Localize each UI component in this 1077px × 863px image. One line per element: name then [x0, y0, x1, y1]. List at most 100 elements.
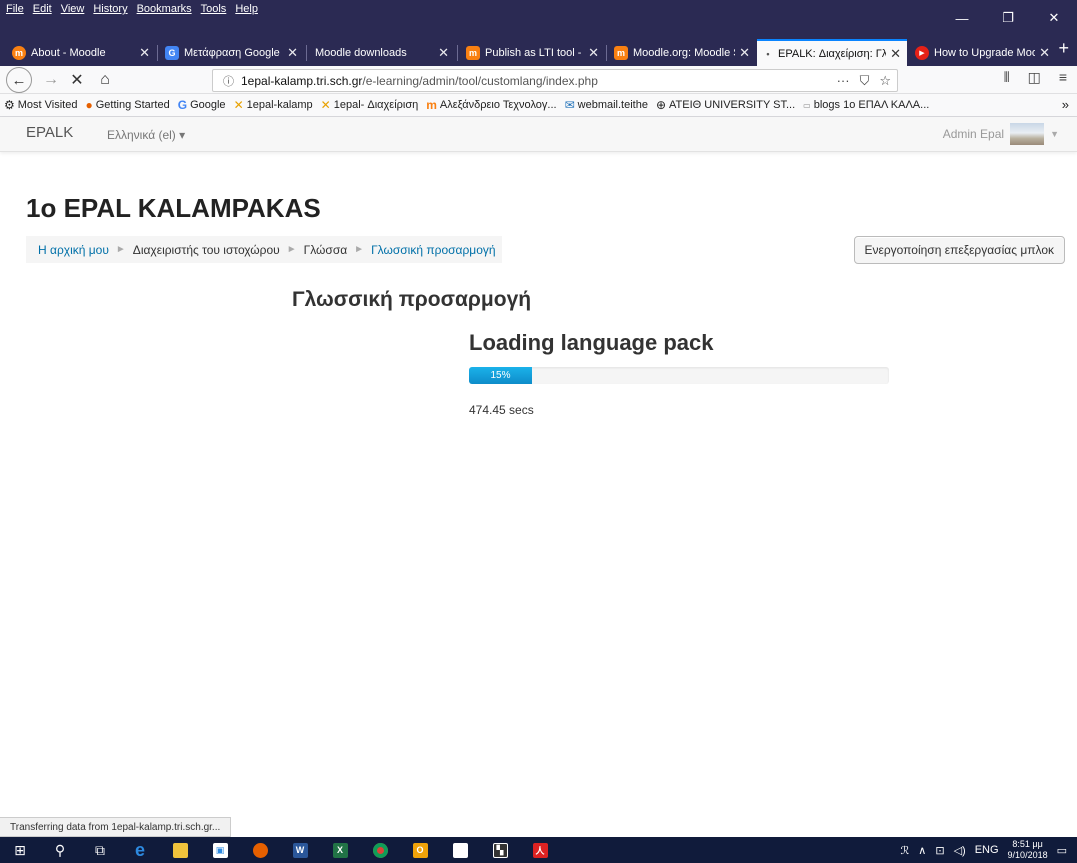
bookmark-1epal-admin[interactable]: ✕ 1epal- Διαχείριση	[321, 98, 419, 112]
clock-date: 9/10/2018	[1007, 850, 1048, 860]
sidebar-icon[interactable]: ◫	[1028, 69, 1041, 86]
moodle-navbar: EPALK Ελληνικά (el) ▾ Admin Epal ▼	[0, 117, 1077, 152]
pocket-icon[interactable]: ⛉	[860, 73, 870, 89]
chevron-down-icon: ▼	[1050, 129, 1059, 139]
progress-label: 15%	[490, 370, 511, 381]
site-info-icon[interactable]: ⓘ	[223, 73, 234, 89]
chrome-icon[interactable]	[360, 837, 400, 863]
firefox-icon[interactable]	[240, 837, 280, 863]
store-icon[interactable]: ▣	[200, 837, 240, 863]
close-tab-icon[interactable]: ✕	[588, 45, 599, 61]
app-icon[interactable]: ▚	[480, 837, 520, 863]
clock[interactable]: 8:51 μμ 9/10/2018	[1008, 839, 1048, 861]
moodle-icon: m	[466, 45, 480, 60]
bookmark-alexandreio[interactable]: m Αλεξάνδρειο Τεχνολογ...	[426, 98, 556, 112]
acrobat-icon[interactable]: 人	[520, 837, 560, 863]
hamburger-menu-icon[interactable]: ≡	[1059, 69, 1067, 86]
people-icon[interactable]: ℛ	[901, 844, 910, 857]
site-brand[interactable]: EPALK	[26, 124, 73, 141]
bookmark-1epal-kalamp[interactable]: ✕ 1epal-kalamp	[234, 98, 313, 112]
forward-arrow-icon[interactable]: →	[41, 69, 61, 91]
close-tab-icon[interactable]: ✕	[739, 45, 750, 61]
volume-icon[interactable]: ◁)	[954, 844, 966, 857]
outlook-icon[interactable]: O	[400, 837, 440, 863]
library-icon[interactable]: ⫴	[1004, 69, 1010, 86]
back-arrow-icon[interactable]: ←	[6, 67, 32, 93]
menu-history[interactable]: History	[93, 3, 127, 15]
tab-google-translate[interactable]: G Μετάφραση Google ✕	[159, 39, 304, 66]
joomla-icon: ✕	[320, 98, 331, 112]
moodle-icon: m	[426, 98, 437, 112]
tab-moodle-downloads[interactable]: Moodle downloads ✕	[309, 39, 455, 66]
tab-strip: m About - Moodle ✕ G Μετάφραση Google ✕ …	[0, 36, 1077, 66]
progress-fill: 15%	[469, 367, 532, 384]
edge-icon[interactable]: e	[120, 837, 160, 863]
minimize-icon[interactable]: —	[939, 0, 985, 36]
page-actions-icon[interactable]: ···	[837, 73, 850, 89]
breadcrumb-language[interactable]: Γλώσσα	[304, 243, 348, 257]
document-icon[interactable]	[440, 837, 480, 863]
tab-separator	[306, 45, 307, 61]
close-tab-icon[interactable]: ✕	[1039, 45, 1050, 61]
network-icon[interactable]: ⊡	[935, 844, 944, 857]
close-icon[interactable]: ✕	[1031, 0, 1077, 36]
menu-edit[interactable]: Edit	[33, 3, 52, 15]
tab-about-moodle[interactable]: m About - Moodle ✕	[6, 39, 156, 66]
tab-separator	[606, 45, 607, 61]
menu-view[interactable]: View	[61, 3, 85, 15]
breadcrumb-site-admin[interactable]: Διαχειριστής του ιστοχώρου	[133, 243, 280, 257]
breadcrumb-language-customisation[interactable]: Γλωσσική προσαρμογή	[371, 243, 496, 257]
avatar	[1010, 123, 1045, 145]
tab-moodle-org[interactable]: m Moodle.org: Moodle S ✕	[608, 39, 756, 66]
close-tab-icon[interactable]: ✕	[438, 45, 449, 61]
close-tab-icon[interactable]: ✕	[287, 45, 298, 61]
url-bar[interactable]: ⓘ 1epal-kalamp.tri.sch.gr /e-learning/ad…	[212, 69, 898, 92]
word-icon[interactable]: W	[280, 837, 320, 863]
page-heading: Γλωσσική προσαρμογή	[292, 288, 532, 311]
menu-bookmarks[interactable]: Bookmarks	[137, 3, 192, 15]
menu-help[interactable]: Help	[235, 3, 258, 15]
bookmark-webmail[interactable]: ✉ webmail.teithe	[565, 98, 648, 112]
home-icon[interactable]: ⌂	[94, 69, 116, 91]
restore-icon[interactable]: ❐	[985, 0, 1031, 36]
new-tab-button[interactable]: +	[1058, 38, 1069, 59]
search-icon[interactable]: ⚲	[40, 837, 80, 863]
google-translate-icon: G	[165, 45, 179, 60]
menu-tools[interactable]: Tools	[201, 3, 227, 15]
bookmark-google[interactable]: G Google	[178, 98, 226, 112]
menu-items: File Edit View History Bookmarks Tools H…	[6, 3, 258, 15]
bookmark-star-icon[interactable]: ☆	[879, 73, 891, 89]
excel-icon[interactable]: X	[320, 837, 360, 863]
breadcrumb-separator-icon: ►	[115, 244, 126, 255]
file-explorer-icon[interactable]	[160, 837, 200, 863]
turn-editing-on-button[interactable]: Ενεργοποίηση επεξεργασίας μπλοκ	[853, 236, 1065, 264]
tab-youtube-upgrade[interactable]: ▶ How to Upgrade Moo ✕	[909, 39, 1056, 66]
notifications-icon[interactable]: ▭	[1057, 844, 1067, 857]
task-view-icon[interactable]: ⧉	[80, 837, 120, 863]
status-bar: Transferring data from 1epal-kalamp.tri.…	[0, 817, 232, 837]
windows-start-icon[interactable]: ⊞	[0, 837, 40, 863]
close-tab-icon[interactable]: ✕	[139, 45, 150, 61]
bookmark-getting-started[interactable]: ● Getting Started	[85, 98, 169, 112]
tab-epalk-admin[interactable]: • EPALK: Διαχείριση: Γλω ✕	[757, 39, 907, 66]
more-bookmarks-icon[interactable]: »	[1062, 97, 1069, 112]
tab-publish-lti[interactable]: m Publish as LTI tool - M ✕	[460, 39, 605, 66]
user-menu[interactable]: Admin Epal ▼	[943, 123, 1059, 145]
elapsed-time: 474.45 secs	[469, 403, 534, 417]
breadcrumb-home[interactable]: Η αρχική μου	[38, 243, 109, 257]
bookmark-blogs[interactable]: ▭ blogs 1ο ΕΠΑΛ ΚΑΛΑ...	[803, 99, 929, 111]
close-tab-icon[interactable]: ✕	[890, 46, 901, 62]
gear-icon: ⚙	[4, 98, 15, 112]
chevron-up-icon[interactable]: ∧	[918, 844, 926, 857]
input-language[interactable]: ENG	[975, 844, 999, 856]
breadcrumb: Η αρχική μου ► Διαχειριστής του ιστοχώρο…	[26, 236, 502, 263]
clock-time: 8:51 μμ	[1012, 839, 1043, 849]
menu-file[interactable]: File	[6, 3, 24, 15]
bookmark-ateith[interactable]: ⊕ ATEIΘ UNIVERSITY ST...	[656, 98, 795, 112]
bookmark-most-visited[interactable]: ⚙ Most Visited	[4, 98, 77, 112]
language-menu[interactable]: Ελληνικά (el) ▾	[107, 128, 185, 142]
tab-separator	[157, 45, 158, 61]
stop-icon[interactable]: ✕	[66, 69, 88, 91]
firefox-icon: ●	[85, 98, 93, 112]
menu-bar: File Edit View History Bookmarks Tools H…	[0, 0, 1077, 36]
